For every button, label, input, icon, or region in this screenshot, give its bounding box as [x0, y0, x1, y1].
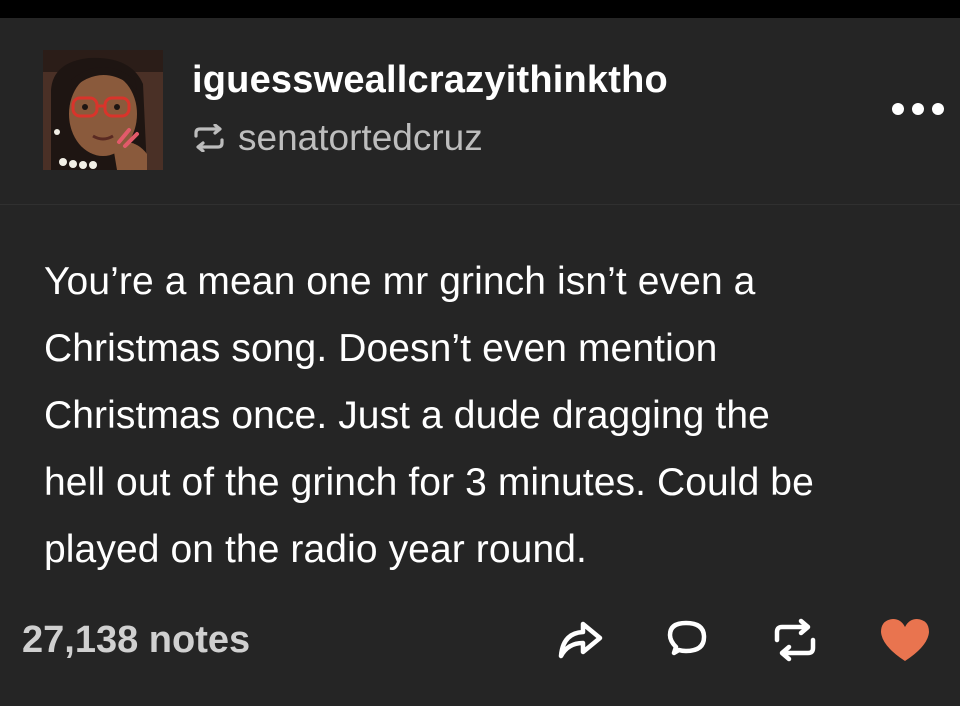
heart-icon — [881, 619, 929, 661]
reblogged-from-name: senatortedcruz — [238, 117, 483, 158]
post-footer: 27,138 notes — [0, 608, 960, 672]
post-header: iguessweallcrazyithinktho senatortedcruz — [0, 18, 960, 205]
post-body-line: played on the radio year round. — [44, 528, 587, 571]
post-body-line: hell out of the grinch for 3 minutes. Co… — [44, 461, 814, 504]
post-body-line: Christmas song. Doesn’t even mention — [44, 327, 718, 370]
like-button[interactable] — [875, 612, 935, 668]
reblog-icon — [192, 124, 226, 152]
share-icon — [558, 621, 603, 659]
avatar-illustration — [43, 50, 163, 170]
more-options-button[interactable] — [892, 98, 944, 120]
post-body: You’re a mean one mr grinch isn’t even a… — [44, 248, 944, 583]
avatar[interactable] — [43, 50, 163, 170]
reblog-button[interactable] — [765, 612, 825, 668]
more-icon — [892, 103, 904, 115]
notes-count[interactable]: 27,138 notes — [22, 616, 250, 664]
more-icon-dot — [932, 103, 944, 115]
reply-icon — [667, 620, 707, 656]
post-author[interactable]: iguessweallcrazyithinktho — [192, 58, 668, 102]
post-body-line: Christmas once. Just a dude dragging the — [44, 394, 770, 437]
more-icon-dot — [912, 103, 924, 115]
reply-button[interactable] — [657, 612, 717, 668]
post-body-line: You’re a mean one mr grinch isn’t even a — [44, 260, 756, 303]
reblog-icon — [774, 618, 816, 662]
share-button[interactable] — [550, 612, 610, 668]
post-card: iguessweallcrazyithinktho senatortedcruz… — [0, 18, 960, 706]
reblogged-from[interactable]: senatortedcruz — [192, 116, 483, 160]
